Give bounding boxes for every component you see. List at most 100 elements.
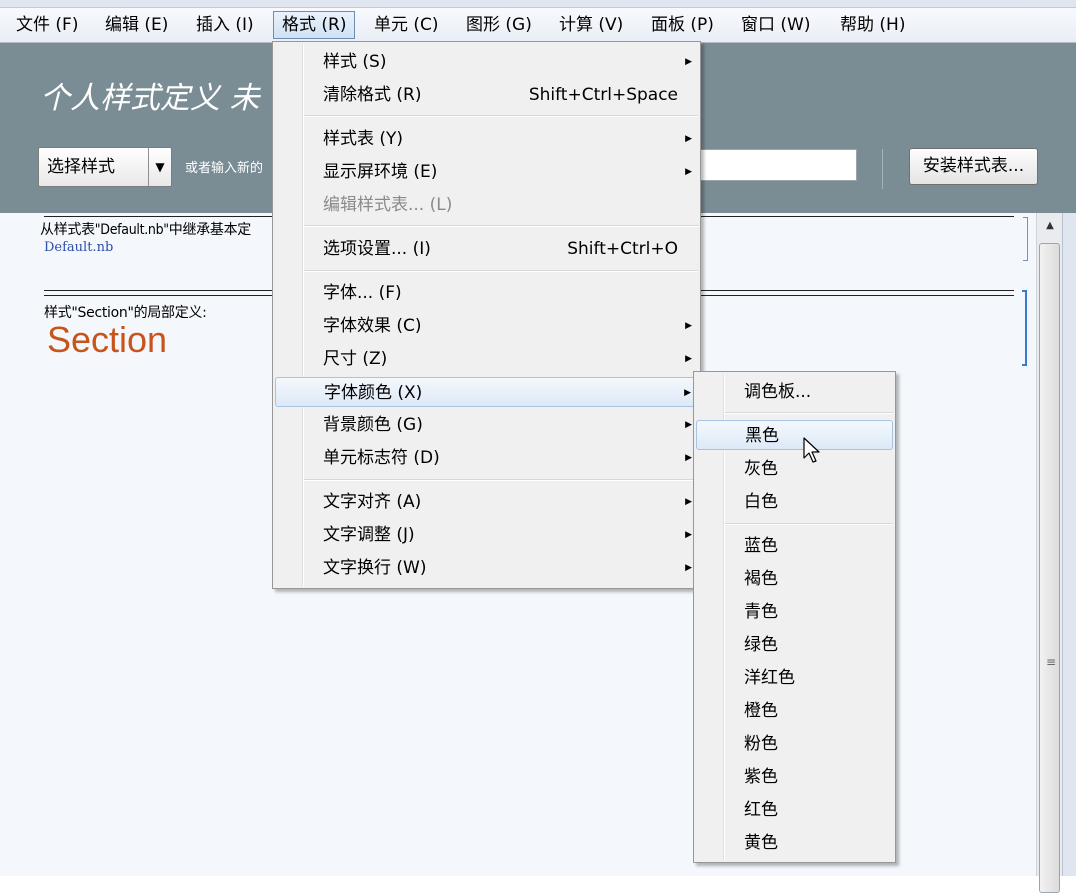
menu-item-color-yellow[interactable]: 黄色 xyxy=(696,828,893,858)
menu-item-edit-stylesheet: 编辑样式表... (L) xyxy=(275,190,698,220)
menu-item-color-black[interactable]: 黑色 xyxy=(696,420,893,450)
menu-item-color-blue[interactable]: 蓝色 xyxy=(696,531,893,561)
menu-item-screen-environment[interactable]: 显示屏环境 (E) ▶ xyxy=(275,157,698,187)
menu-item-color-pink[interactable]: 粉色 xyxy=(696,729,893,759)
menu-item-size[interactable]: 尺寸 (Z) ▶ xyxy=(275,344,698,374)
menu-item-label: 样式表 (Y) xyxy=(323,129,404,149)
menu-item-label: 文字调整 (J) xyxy=(323,525,415,545)
menu-item-label: 橙色 xyxy=(744,701,778,721)
menu-item-label: 单元标志符 (D) xyxy=(323,448,440,468)
menu-item-color-green[interactable]: 绿色 xyxy=(696,630,893,660)
menu-item-label: 选项设置... (I) xyxy=(323,239,431,259)
window-right-edge xyxy=(1062,213,1076,876)
menubar-help[interactable]: 帮助 (H) xyxy=(832,11,913,39)
triangle-right-icon: ▶ xyxy=(685,57,692,67)
menu-item-background-color[interactable]: 背景颜色 (G) ▶ xyxy=(275,410,698,440)
menu-bar: 文件 (F) 编辑 (E) 插入 (I) 格式 (R) 单元 (C) 图形 (G… xyxy=(0,0,1076,43)
menu-item-options[interactable]: 选项设置... (I) Shift+Ctrl+O xyxy=(275,234,698,264)
menu-item-label: 粉色 xyxy=(744,734,778,754)
menu-item-color-white[interactable]: 白色 xyxy=(696,487,893,517)
menu-item-cell-dingbat[interactable]: 单元标志符 (D) ▶ xyxy=(275,443,698,473)
style-select-label: 选择样式 xyxy=(47,157,115,177)
menu-item-color-orange[interactable]: 橙色 xyxy=(696,696,893,726)
menu-item-label: 文字换行 (W) xyxy=(323,558,427,578)
triangle-right-icon: ▶ xyxy=(685,420,692,430)
menu-item-label: 调色板... xyxy=(744,382,812,402)
triangle-right-icon: ▶ xyxy=(685,354,692,364)
inherit-description: 从样式表"Default.nb"中继承基本定 xyxy=(40,222,251,238)
menu-item-color-purple[interactable]: 紫色 xyxy=(696,762,893,792)
menu-separator xyxy=(725,412,893,414)
menu-item-text-alignment[interactable]: 文字对齐 (A) ▶ xyxy=(275,487,698,517)
menu-item-stylesheet[interactable]: 样式表 (Y) ▶ xyxy=(275,124,698,154)
triangle-right-icon: ▶ xyxy=(685,134,692,144)
menubar-evaluation[interactable]: 计算 (V) xyxy=(551,11,631,39)
menu-item-style[interactable]: 样式 (S) ▶ xyxy=(275,47,698,77)
scrollbar-thumb[interactable]: ≡ xyxy=(1039,243,1060,893)
menu-item-label: 背景颜色 (G) xyxy=(323,415,423,435)
style-name-input[interactable] xyxy=(700,149,857,181)
triangle-right-icon: ▶ xyxy=(684,388,691,398)
menu-item-color-palette[interactable]: 调色板... xyxy=(696,377,893,407)
section-style-sample[interactable]: Section xyxy=(47,319,167,361)
menu-separator xyxy=(304,115,698,117)
menu-item-color-magenta[interactable]: 洋红色 xyxy=(696,663,893,693)
menubar-cell[interactable]: 单元 (C) xyxy=(366,11,447,39)
menubar-palettes[interactable]: 面板 (P) xyxy=(643,11,722,39)
menu-item-label: 显示屏环境 (E) xyxy=(323,162,438,182)
menu-item-label: 尺寸 (Z) xyxy=(323,349,388,369)
menu-item-label: 红色 xyxy=(744,800,778,820)
menubar-edit[interactable]: 编辑 (E) xyxy=(97,11,176,39)
menu-item-label: 蓝色 xyxy=(744,536,778,556)
menubar-insert[interactable]: 插入 (I) xyxy=(188,11,262,39)
menu-item-color-brown[interactable]: 褐色 xyxy=(696,564,893,594)
menu-item-label: 灰色 xyxy=(744,459,778,479)
menu-item-color-cyan[interactable]: 青色 xyxy=(696,597,893,627)
menu-item-label: 褐色 xyxy=(744,569,778,589)
header-title: 个人样式定义 未 xyxy=(40,81,260,116)
menubar-format[interactable]: 格式 (R) xyxy=(273,11,356,39)
format-menu: 样式 (S) ▶ 清除格式 (R) Shift+Ctrl+Space 样式表 (… xyxy=(272,41,701,589)
grip-icon: ≡ xyxy=(1046,655,1057,669)
menu-item-label: 青色 xyxy=(744,602,778,622)
menu-item-font[interactable]: 字体... (F) xyxy=(275,278,698,308)
scroll-up-icon[interactable]: ▲ xyxy=(1037,213,1063,239)
menu-item-label: 清除格式 (R) xyxy=(323,85,422,105)
menu-item-font-color[interactable]: 字体颜色 (X) ▶ xyxy=(275,377,698,407)
menu-item-label: 绿色 xyxy=(744,635,778,655)
menubar-graphics[interactable]: 图形 (G) xyxy=(458,11,540,39)
menu-item-color-gray[interactable]: 灰色 xyxy=(696,454,893,484)
cell-bracket[interactable] xyxy=(1023,217,1028,261)
menu-item-shortcut: Shift+Ctrl+O xyxy=(567,239,678,259)
menu-item-shortcut: Shift+Ctrl+Space xyxy=(528,85,678,105)
menu-item-font-effects[interactable]: 字体效果 (C) ▶ xyxy=(275,311,698,341)
menu-item-label: 编辑样式表... (L) xyxy=(323,195,453,215)
menu-item-color-red[interactable]: 红色 xyxy=(696,795,893,825)
mouse-pointer-icon xyxy=(803,437,820,463)
triangle-right-icon: ▶ xyxy=(685,563,692,573)
menubar-file[interactable]: 文件 (F) xyxy=(8,11,86,39)
menu-item-text-justification[interactable]: 文字调整 (J) ▶ xyxy=(275,520,698,550)
menu-item-label: 字体... (F) xyxy=(323,283,402,303)
menu-item-label: 文字对齐 (A) xyxy=(323,492,422,512)
triangle-right-icon: ▶ xyxy=(685,321,692,331)
menubar-window[interactable]: 窗口 (W) xyxy=(733,11,818,39)
menu-item-label: 黄色 xyxy=(744,833,778,853)
menu-item-word-wrapping[interactable]: 文字换行 (W) ▶ xyxy=(275,553,698,583)
install-stylesheet-button[interactable]: 安装样式表... xyxy=(909,148,1038,185)
menu-item-label: 白色 xyxy=(744,492,778,512)
cell-bracket-selected[interactable] xyxy=(1022,290,1027,366)
triangle-right-icon: ▶ xyxy=(685,453,692,463)
vertical-scrollbar[interactable]: ▲ ≡ xyxy=(1036,213,1063,893)
font-color-submenu: 调色板... 黑色 灰色 白色 蓝色 褐色 青色 绿色 洋红色 橙色 粉色 紫色… xyxy=(693,371,896,863)
menu-separator xyxy=(725,523,893,525)
default-stylesheet-link[interactable]: Default.nb xyxy=(44,240,113,255)
menu-separator xyxy=(304,479,698,481)
menu-item-label: 黑色 xyxy=(745,426,779,446)
menu-item-label: 字体颜色 (X) xyxy=(324,383,423,403)
chevron-down-icon[interactable]: ▼ xyxy=(148,148,171,186)
menu-item-clear-formatting[interactable]: 清除格式 (R) Shift+Ctrl+Space xyxy=(275,80,698,110)
menu-item-label: 紫色 xyxy=(744,767,778,787)
menu-item-label: 洋红色 xyxy=(744,668,795,688)
style-select-dropdown[interactable]: 选择样式 ▼ xyxy=(38,147,172,187)
